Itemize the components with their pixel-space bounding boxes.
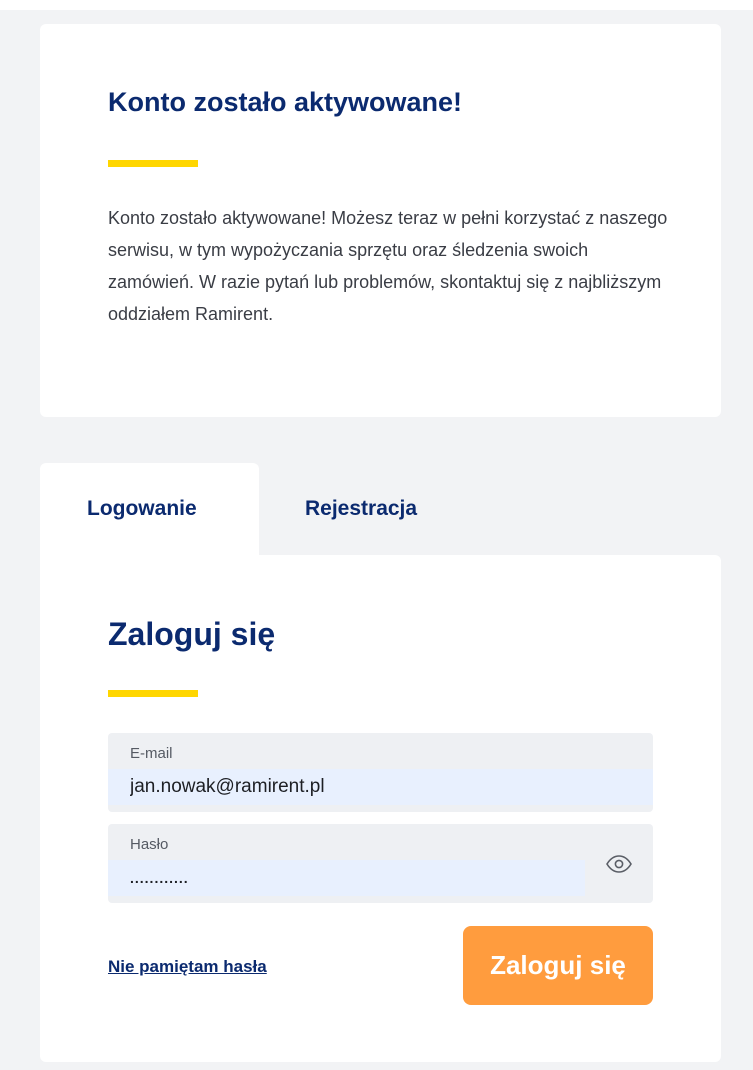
password-input[interactable] bbox=[108, 860, 585, 896]
password-label: Hasło bbox=[130, 836, 169, 853]
login-title-accent-bar bbox=[108, 690, 198, 697]
eye-icon[interactable] bbox=[604, 851, 634, 877]
tab-login-label: Logowanie bbox=[87, 497, 197, 520]
activation-card: Konto zostało aktywowane! Konto zostało … bbox=[40, 24, 721, 417]
email-label: E-mail bbox=[130, 745, 173, 762]
login-button[interactable]: Zaloguj się bbox=[463, 926, 653, 1005]
tab-register-label: Rejestracja bbox=[305, 497, 418, 520]
title-accent-bar bbox=[108, 160, 198, 167]
tab-login[interactable]: Logowanie bbox=[40, 463, 259, 555]
login-card: Zaloguj się E-mail Hasło Nie pamiętam ha… bbox=[40, 555, 721, 1062]
email-field[interactable]: E-mail bbox=[108, 733, 653, 812]
forgot-password-link[interactable]: Nie pamiętam hasła bbox=[108, 957, 267, 977]
login-title: Zaloguj się bbox=[108, 616, 276, 652]
tab-register[interactable]: Rejestracja bbox=[259, 463, 497, 555]
top-strip bbox=[0, 0, 753, 10]
email-input[interactable] bbox=[108, 769, 653, 805]
password-field[interactable]: Hasło bbox=[108, 824, 653, 903]
activation-title: Konto zostało aktywowane! bbox=[108, 87, 463, 117]
activation-message: Konto zostało aktywowane! Możesz teraz w… bbox=[108, 208, 668, 324]
